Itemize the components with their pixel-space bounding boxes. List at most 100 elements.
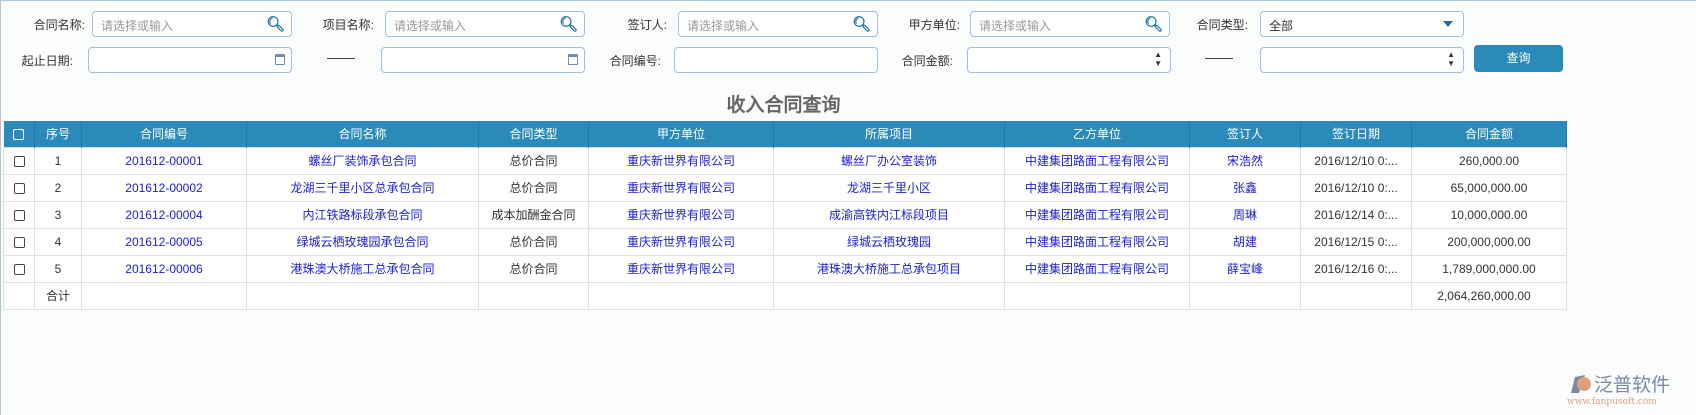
total-amount: 2,064,260,000.00	[1411, 281, 1567, 310]
cell-contract-type: 成本加酬金合同	[478, 200, 589, 229]
cell-project[interactable]: 绿城云栖玫瑰园	[773, 227, 1005, 256]
cell-sign-date: 2016/12/10 0:...	[1300, 146, 1412, 175]
row-select[interactable]	[3, 227, 35, 256]
contract-type-select[interactable]: 全部	[1260, 11, 1464, 37]
cell-amount: 1,789,000,000.00	[1411, 254, 1567, 283]
row-select[interactable]	[3, 173, 35, 202]
cell-contract-no[interactable]: 201612-00006	[81, 254, 247, 283]
cell-sign-date: 2016/12/10 0:...	[1300, 173, 1412, 202]
contract-no-input[interactable]	[674, 47, 878, 73]
end-date-input[interactable]	[381, 47, 585, 73]
cell-party-a[interactable]: 重庆新世界有限公司	[588, 227, 774, 256]
table-row[interactable]: 5 201612-00006 港珠澳大桥施工总承包合同 总价合同 重庆新世界有限公司 港珠…	[3, 254, 1567, 283]
cell-empty	[3, 281, 35, 310]
contract-no-label: 合同编号:	[609, 54, 661, 68]
col-signer[interactable]: 签订人	[1189, 121, 1301, 147]
cell-contract-name[interactable]: 螺丝厂装饰承包合同	[246, 146, 479, 175]
cell-signer[interactable]: 胡建	[1189, 227, 1301, 256]
contract-name-input[interactable]: 请选择或输入 🔍︎	[92, 11, 292, 37]
spinner-icon[interactable]: ▲ ▼	[1154, 50, 1162, 68]
calendar-icon[interactable]	[568, 54, 578, 65]
cell-amount: 65,000,000.00	[1411, 173, 1567, 202]
spinner-icon[interactable]: ▲ ▼	[1447, 50, 1455, 68]
col-party-a[interactable]: 甲方单位	[588, 121, 774, 147]
cell-sign-date: 2016/12/16 0:...	[1300, 254, 1412, 283]
cell-party-a[interactable]: 重庆新世界有限公司	[588, 173, 774, 202]
cell-contract-no[interactable]: 201612-00001	[81, 146, 247, 175]
row-select[interactable]	[3, 146, 35, 175]
cell-empty	[81, 281, 247, 310]
checkbox[interactable]	[13, 182, 25, 194]
col-contract-type[interactable]: 合同类型	[478, 121, 589, 147]
cell-contract-no[interactable]: 201612-00002	[81, 173, 247, 202]
cell-signer[interactable]: 宋浩然	[1189, 146, 1301, 175]
cell-party-b[interactable]: 中建集团路面工程有限公司	[1004, 254, 1190, 283]
cell-contract-no[interactable]: 201612-00005	[81, 227, 247, 256]
cell-contract-name[interactable]: 港珠澳大桥施工总承包合同	[246, 254, 479, 283]
cell-party-b[interactable]: 中建集团路面工程有限公司	[1004, 227, 1190, 256]
cell-signer[interactable]: 张鑫	[1189, 173, 1301, 202]
search-icon[interactable]: 🔍︎	[266, 15, 285, 33]
contract-name-label: 合同名称:	[33, 18, 85, 32]
table-row[interactable]: 2 201612-00002 龙湖三千里小区总承包合同 总价合同 重庆新世界有限公司 龙湖…	[3, 173, 1567, 202]
cell-party-a[interactable]: 重庆新世界有限公司	[588, 254, 774, 283]
amount-min-input[interactable]: ▲ ▼	[967, 47, 1171, 73]
cell-signer[interactable]: 周琳	[1189, 200, 1301, 229]
cell-contract-name[interactable]: 绿城云栖玫瑰园承包合同	[246, 227, 479, 256]
cell-project[interactable]: 龙湖三千里小区	[773, 173, 1005, 202]
row-select[interactable]	[3, 200, 35, 229]
signer-label: 签订人:	[627, 18, 667, 32]
table-row[interactable]: 3 201612-00004 内江铁路标段承包合同 成本加酬金合同 重庆新世界有限公司成…	[3, 200, 1567, 229]
col-contract-no[interactable]: 合同编号	[81, 121, 247, 147]
checkbox[interactable]	[13, 263, 25, 275]
total-label: 合计	[34, 281, 82, 310]
fanpusoft-logo: 泛普软件 www.fanpusoft.com	[1567, 371, 1687, 410]
col-contract-name[interactable]: 合同名称	[246, 121, 479, 147]
checkbox[interactable]	[13, 236, 25, 248]
query-button[interactable]: 查询	[1474, 45, 1563, 72]
checkbox[interactable]	[13, 129, 25, 141]
party-a-label: 甲方单位:	[908, 18, 960, 32]
cell-empty	[773, 281, 1005, 310]
table-row[interactable]: 4 201612-00005 绿城云栖玫瑰园承包合同 总价合同 重庆新世界有限公司 绿城云…	[3, 227, 1567, 256]
cell-project[interactable]: 港珠澳大桥施工总承包项目	[773, 254, 1005, 283]
select-all[interactable]	[3, 121, 35, 147]
cell-party-b[interactable]: 中建集团路面工程有限公司	[1004, 200, 1190, 229]
table-header: 序号 合同编号 合同名称 合同类型 甲方单位 所属项目 乙方单位 签订人 签订日…	[3, 121, 1567, 147]
search-icon[interactable]: 🔍︎	[1144, 15, 1163, 33]
party-a-input[interactable]: 请选择或输入 🔍︎	[970, 11, 1170, 37]
cell-party-a[interactable]: 重庆新世界有限公司	[588, 200, 774, 229]
cell-party-b[interactable]: 中建集团路面工程有限公司	[1004, 146, 1190, 175]
search-icon[interactable]: 🔍︎	[559, 15, 578, 33]
col-amount[interactable]: 合同金额	[1411, 121, 1567, 147]
checkbox[interactable]	[13, 209, 25, 221]
selected-value: 全部	[1269, 19, 1294, 33]
cell-contract-name[interactable]: 内江铁路标段承包合同	[246, 200, 479, 229]
checkbox[interactable]	[13, 155, 25, 167]
cell-contract-no[interactable]: 201612-00004	[81, 200, 247, 229]
amount-separator: ——	[1205, 49, 1233, 65]
calendar-icon[interactable]	[275, 54, 285, 65]
col-project[interactable]: 所属项目	[773, 121, 1005, 147]
start-date-input[interactable]	[88, 47, 292, 73]
col-sign-date[interactable]: 签订日期	[1300, 121, 1412, 147]
cell-index: 4	[34, 227, 82, 256]
cell-sign-date: 2016/12/15 0:...	[1300, 227, 1412, 256]
chevron-down-icon	[1443, 21, 1453, 27]
col-party-b[interactable]: 乙方单位	[1004, 121, 1190, 147]
cell-index: 2	[34, 173, 82, 202]
cell-project[interactable]: 螺丝厂办公室装饰	[773, 146, 1005, 175]
search-icon[interactable]: 🔍︎	[852, 15, 871, 33]
cell-project[interactable]: 成渝高铁内江标段项目	[773, 200, 1005, 229]
table-row[interactable]: 1 201612-00001 螺丝厂装饰承包合同 总价合同 重庆新世界有限公司 螺丝厂办公…	[3, 146, 1567, 175]
date-separator: ——	[327, 49, 355, 65]
cell-party-a[interactable]: 重庆新世界有限公司	[588, 146, 774, 175]
cell-signer[interactable]: 薛宝峰	[1189, 254, 1301, 283]
amount-max-input[interactable]: ▲ ▼	[1260, 47, 1464, 73]
project-name-input[interactable]: 请选择或输入 🔍︎	[385, 11, 585, 37]
cell-empty	[478, 281, 589, 310]
cell-party-b[interactable]: 中建集团路面工程有限公司	[1004, 173, 1190, 202]
row-select[interactable]	[3, 254, 35, 283]
signer-input[interactable]: 请选择或输入 🔍︎	[678, 11, 878, 37]
cell-contract-name[interactable]: 龙湖三千里小区总承包合同	[246, 173, 479, 202]
